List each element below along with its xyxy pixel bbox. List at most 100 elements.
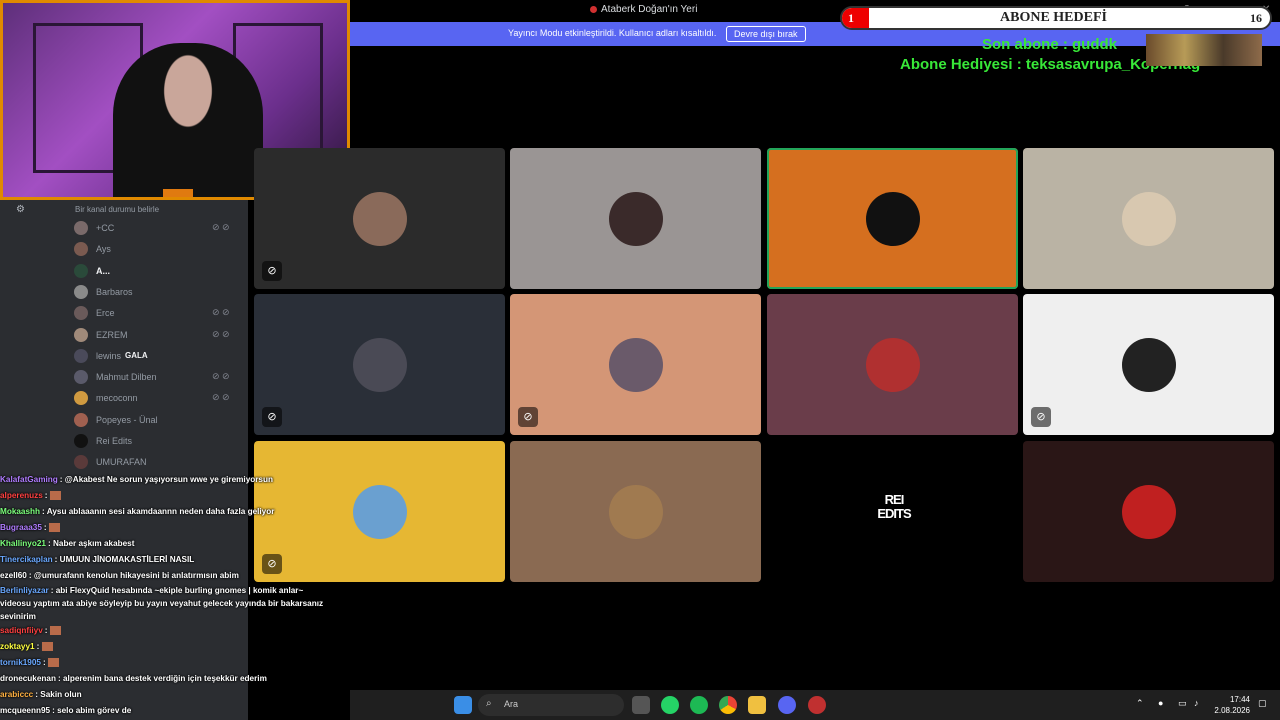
goal-progress-fill [842,8,869,28]
voice-member[interactable]: Barbaros [74,282,133,302]
taskbar: ⌕ Ara ⌃ ● ▭ ♪ 17:44 2.08.2026 ▢ [350,690,1280,720]
windows-start-icon[interactable] [454,696,472,714]
voice-member[interactable]: +CC [74,218,114,238]
voice-member[interactable]: Rei Edits [74,431,132,451]
chat-message: Tinercikaplan: UMUUN JİNOMAKASTİLERİ NAS… [0,555,195,564]
chat-username: Khallinyo21 [0,539,46,548]
video-tile[interactable]: ⊘ [254,148,505,289]
voice-member[interactable]: lewins GALA [74,346,148,366]
chat-message: ezell60: @umurafann kenolun hikayesini b… [0,571,239,580]
avatar [74,306,88,321]
goal-target: 16 [1250,11,1262,25]
video-tile[interactable] [1023,148,1274,289]
avatar [74,391,88,406]
video-tile[interactable] [510,148,761,289]
tile-label: REI EDITS [877,492,911,521]
chat-username: Bugraaa35 [0,523,42,532]
video-tile[interactable]: REI EDITS [767,441,1018,582]
avatar [1122,192,1176,246]
app-icon[interactable] [808,696,826,714]
member-name: Erce [96,308,115,319]
taskbar-clock[interactable]: 17:44 2.08.2026 [1214,694,1250,716]
chat-text: alperenim bana destek verdiğin için teşe… [62,674,267,683]
microphone-icon[interactable]: ● [1158,698,1163,708]
voice-member[interactable]: Popeyes - Ünal [74,410,158,430]
member-name: Mahmut Dilben [96,372,157,383]
goal-current: 1 [848,11,854,25]
avatar [609,338,663,392]
video-tile[interactable]: ⊘ [510,294,761,435]
chat-text: UMUUN JİNOMAKASTİLERİ NASIL [59,555,195,564]
chat-username: zoktayy1 [0,642,35,651]
emote-icon [41,642,53,652]
voice-member[interactable]: Mahmut Dilben [74,367,157,387]
avatar [866,338,920,392]
avatar [1122,338,1176,392]
video-tile[interactable] [1023,441,1274,582]
chat-message: tornik1905: [0,655,330,671]
video-tile[interactable] [767,294,1018,435]
avatar [1122,485,1176,539]
settings-icon[interactable]: ⚙ [16,204,25,215]
avatar [74,284,88,299]
disable-streamer-mode-button[interactable]: Devre dışı bırak [726,26,806,42]
chrome-icon[interactable] [719,696,737,714]
chat-message: Bugraaa35: [0,520,330,536]
muted-icon: ⊘ ⊘ [212,328,230,339]
avatar [74,327,88,342]
discord-icon[interactable] [778,696,796,714]
notification-icon[interactable]: ▢ [1258,698,1267,709]
taskbar-search[interactable]: ⌕ Ara [478,694,624,716]
avatar [74,434,88,448]
chat-username: dronecukenan [0,674,56,683]
tray-chevron-icon[interactable]: ⌃ [1136,698,1144,709]
network-icon[interactable]: ▭ [1178,698,1187,709]
chat-username: mcqueenn95 [0,706,51,715]
voice-member[interactable]: mecoconn [74,388,138,408]
file-explorer-icon[interactable] [748,696,766,714]
muted-icon: ⊘ [518,407,538,427]
avatar [74,263,88,278]
emote-icon [48,523,60,533]
chat-username: Tinercikaplan [0,555,53,564]
task-view-icon[interactable] [632,696,650,714]
avatar [609,192,663,246]
channel-status-input[interactable]: Bir kanal durumu belirle [75,205,159,214]
voice-member[interactable]: A... [74,261,110,281]
spotify-icon[interactable] [690,696,708,714]
search-icon: ⌕ [486,698,492,709]
member-name: UMURAFAN [96,457,147,468]
voice-member[interactable]: EZREM [74,325,128,345]
member-name: Ays [96,244,111,255]
voice-member[interactable]: UMURAFAN [74,452,147,472]
chat-text: Aysu ablaaanın sesi akamdaannn neden dah… [46,507,275,516]
chat-text: @Akabest Ne sorun yaşıyorsun wwe ye gire… [64,475,273,484]
avatar [74,242,88,257]
avatar [74,221,88,235]
voice-member[interactable]: Erce [74,303,115,323]
video-tile[interactable]: ⊘ [1023,294,1274,435]
member-name: Barbaros [96,286,133,297]
avatar [74,348,88,363]
video-tile[interactable] [510,441,761,582]
muted-icon: ⊘ [262,261,282,281]
search-label: Ara [504,699,519,709]
video-tile[interactable] [767,148,1018,289]
chat-text: @umurafann kenolun hikayesini bi anlatır… [33,571,239,580]
avatar [353,485,407,539]
video-tile[interactable]: ⊘ [254,294,505,435]
avatar [353,338,407,392]
voice-member[interactable]: Ays [74,239,111,259]
avatar [866,192,920,246]
avatar [353,192,407,246]
volume-icon[interactable]: ♪ [1194,698,1199,708]
avatar [74,370,88,385]
chat-username: ezell60 [0,571,27,580]
whatsapp-icon[interactable] [661,696,679,714]
muted-icon: ⊘ ⊘ [212,222,230,232]
avatar [74,455,88,470]
chat-message: arabiccc: Sakin olun [0,690,82,699]
chat-username: arabiccc [0,690,34,699]
muted-icon: ⊘ [262,407,282,427]
member-name: EZREM [96,329,128,340]
